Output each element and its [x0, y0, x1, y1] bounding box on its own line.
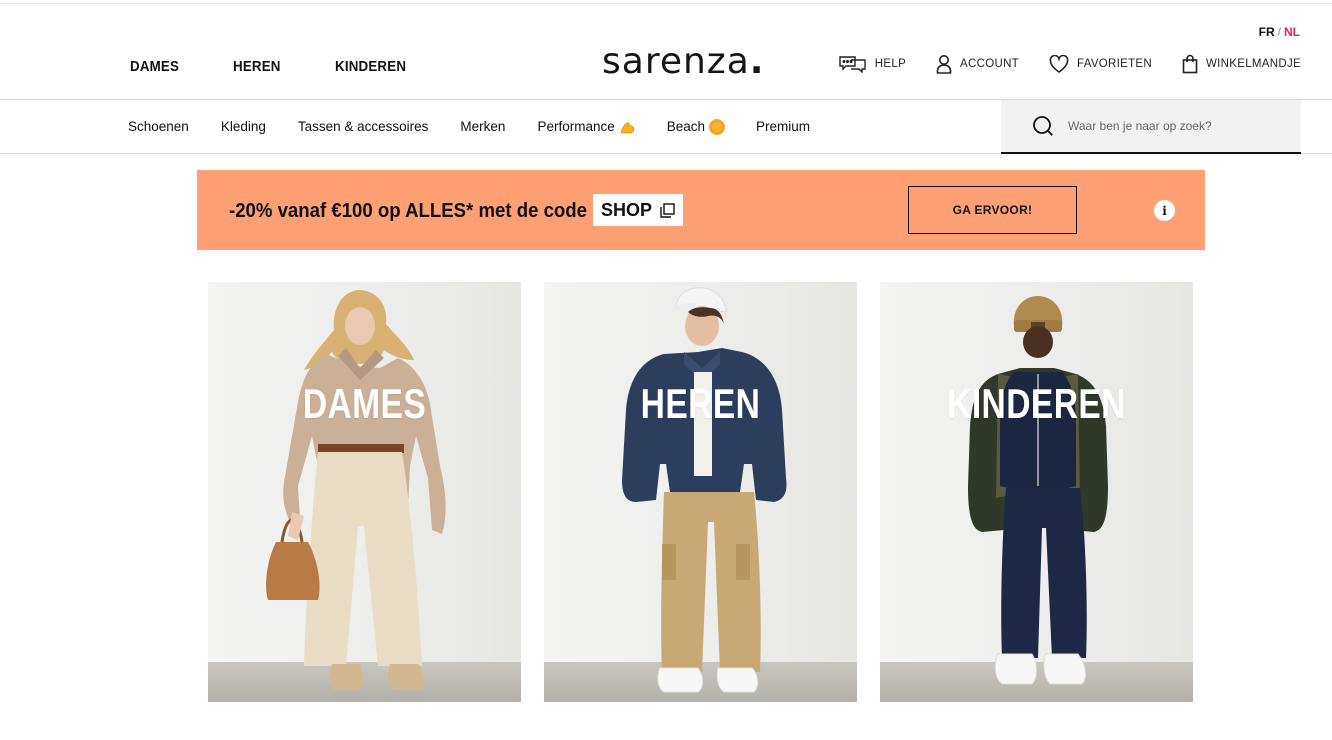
copy-icon[interactable]: [660, 202, 675, 218]
cart-label: WINKELMANDJE: [1206, 58, 1301, 70]
cart-link[interactable]: WINKELMANDJE: [1182, 54, 1301, 74]
tile-kinderen[interactable]: KINDEREN: [880, 282, 1193, 702]
promo-code-box[interactable]: SHOP: [593, 194, 684, 226]
category-label: Schoenen: [128, 119, 189, 134]
category-performance[interactable]: Performance: [537, 119, 634, 134]
woman-photo: [266, 290, 446, 690]
child-photo: [968, 296, 1108, 685]
category-schoenen[interactable]: Schoenen: [128, 119, 189, 134]
category-tassen[interactable]: Tassen & accessoires: [298, 119, 429, 134]
category-beach[interactable]: Beach: [666, 119, 725, 134]
search-icon[interactable]: [1032, 115, 1054, 137]
category-label: Kleding: [220, 119, 266, 134]
favorites-label: FAVORIETEN: [1077, 58, 1153, 70]
category-label: Tassen & accessoires: [297, 119, 429, 134]
flexed-biceps-emoji: [620, 121, 634, 133]
category-kleding[interactable]: Kleding: [221, 119, 266, 134]
logo-text: sarenza: [602, 41, 750, 82]
bag-icon: [1182, 54, 1198, 74]
sarenza-logo[interactable]: sarenza.: [602, 44, 764, 80]
search-input[interactable]: [1068, 119, 1268, 133]
info-icon[interactable]: i: [1154, 200, 1175, 221]
logo-dot: .: [749, 41, 765, 82]
site-header: FR / NL DAMES HEREN KINDEREN sarenza. HELP…: [0, 4, 1332, 100]
tile-label-dames: DAMES: [302, 380, 427, 427]
tile-label-kinderen: KINDEREN: [947, 380, 1126, 427]
user-icon: [936, 55, 952, 74]
language-nl[interactable]: NL: [1284, 25, 1300, 39]
category-label: Premium: [756, 119, 811, 134]
category-label: Merken: [460, 119, 506, 134]
nav-heren[interactable]: HEREN: [233, 59, 281, 75]
help-link[interactable]: HELP: [839, 55, 906, 73]
account-link[interactable]: ACCOUNT: [936, 54, 1019, 74]
tile-label-heren: HEREN: [640, 380, 761, 427]
category-label: Performance: [537, 119, 615, 134]
promo-text: -20% vanaf €100 op ALLES* met de code: [229, 200, 588, 222]
language-switcher: FR / NL: [1259, 25, 1300, 39]
man-photo: [622, 287, 787, 693]
nav-kinderen[interactable]: KINDEREN: [335, 59, 406, 75]
favorites-link[interactable]: FAVORIETEN: [1049, 55, 1152, 73]
promo-code: SHOP: [601, 199, 653, 220]
category-merken[interactable]: Merken: [460, 119, 505, 134]
category-label: Beach: [666, 119, 706, 134]
nav-dames[interactable]: DAMES: [130, 59, 179, 75]
tile-dames[interactable]: DAMES: [208, 282, 521, 702]
promo-cta-button[interactable]: GA ERVOOR!: [908, 186, 1077, 234]
gender-nav: DAMES HEREN KINDEREN: [130, 59, 462, 75]
category-premium[interactable]: Premium: [756, 119, 810, 134]
language-fr[interactable]: FR: [1259, 25, 1275, 39]
heart-icon: [1049, 55, 1069, 73]
search-bar[interactable]: [1001, 100, 1301, 154]
chat-icon: [839, 56, 866, 73]
sun-emoji: [710, 119, 725, 134]
category-nav: Schoenen Kleding Tassen & accessoires Me…: [128, 119, 842, 134]
utility-nav: HELP ACCOUNT FAVORIETEN WINKELMANDJE: [809, 54, 1301, 74]
tile-heren[interactable]: HEREN: [544, 282, 857, 702]
promo-banner: -20% vanaf €100 op ALLES* met de code SH…: [197, 170, 1205, 250]
language-separator: /: [1277, 25, 1281, 39]
account-label: ACCOUNT: [960, 58, 1020, 70]
help-label: HELP: [874, 58, 907, 70]
